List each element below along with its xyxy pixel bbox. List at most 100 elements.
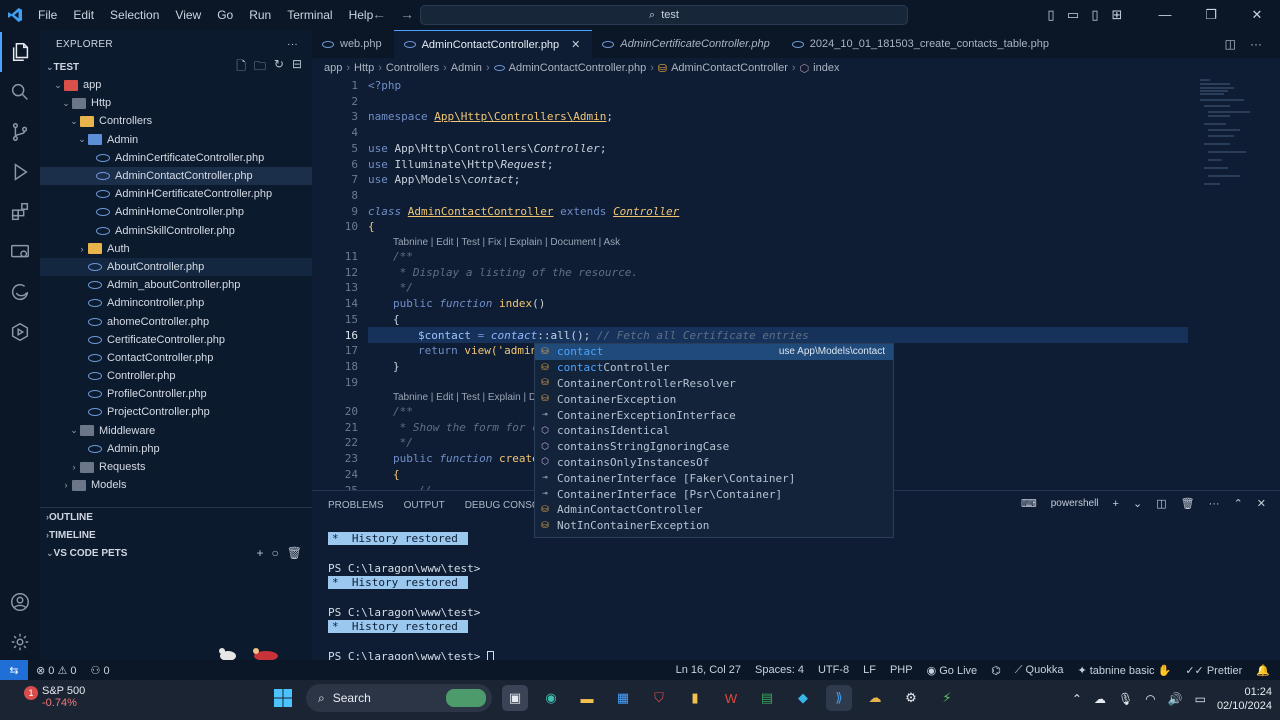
suggestion-item[interactable]: ⊸ ContainerInterface [Psr\Container] [535, 486, 893, 502]
folder-item[interactable]: › Auth [40, 240, 312, 258]
folder-item[interactable]: ⌄ Admin [40, 131, 312, 149]
edge-devtools-activity[interactable] [0, 272, 40, 312]
spreadsheet-icon[interactable]: ▤ [754, 685, 780, 711]
suggestion-item[interactable]: ⊸ ContainerInterface [Faker\Container] [535, 470, 893, 486]
suggestion-item[interactable]: ⛁ ContainerException [535, 391, 893, 407]
extensions-activity[interactable] [0, 192, 40, 232]
menu-edit[interactable]: Edit [65, 0, 102, 30]
suggestion-item[interactable]: ⊸ ContainerExceptionInterface [535, 407, 893, 423]
split-terminal-icon[interactable]: ◫ [1156, 497, 1166, 510]
file-item[interactable]: ProfileController.php [40, 385, 312, 403]
toggle-panel-icon[interactable]: ▭ [1062, 7, 1084, 23]
ports-status[interactable]: ⚇ 0 [91, 664, 110, 677]
tab-output[interactable]: OUTPUT [404, 500, 445, 511]
language-mode[interactable]: PHP [890, 664, 913, 677]
file-item[interactable]: AdminHomeController.php [40, 203, 312, 221]
close-window-icon[interactable]: ✕ [1234, 7, 1280, 23]
new-file-icon[interactable]: 🗋 [236, 57, 246, 78]
close-tab-icon[interactable]: ✕ [571, 38, 580, 51]
explorer-activity[interactable] [0, 32, 40, 72]
go-live-button[interactable]: ◉ Go Live [927, 664, 978, 677]
breadcrumb-item[interactable]: index [813, 62, 839, 74]
folder-item[interactable]: ⌄ Middleware [40, 422, 312, 440]
task-view-icon[interactable]: ▣ [502, 685, 528, 711]
tab-create-contacts-table[interactable]: 2024_10_01_181503_create_contacts_table.… [782, 30, 1061, 58]
notifications-icon[interactable]: 🔔 [1256, 664, 1270, 677]
file-item[interactable]: AdminContactController.php [40, 166, 312, 186]
split-editor-icon[interactable]: ◫ [1225, 37, 1236, 51]
app-icon-2[interactable]: ☁ [862, 685, 888, 711]
tab-admin-contact-controller[interactable]: AdminContactController.php ✕ [393, 30, 593, 58]
file-item[interactable]: AdminSkillController.php [40, 222, 312, 240]
copilot-icon[interactable]: ⌬ [991, 664, 1001, 677]
end-of-line[interactable]: LF [863, 664, 876, 677]
breadcrumb-item[interactable]: AdminContactController [671, 62, 788, 74]
file-item[interactable]: ContactController.php [40, 349, 312, 367]
notes-icon[interactable]: ▮ [682, 685, 708, 711]
app-icon-3[interactable]: ⚙ [898, 685, 924, 711]
forward-arrow-icon[interactable]: → [400, 6, 414, 22]
more-actions-icon[interactable]: ··· [1250, 37, 1262, 51]
run-debug-activity[interactable] [0, 152, 40, 192]
new-folder-icon[interactable]: 🗀 [254, 57, 266, 78]
tabnine-codelens[interactable]: Tabnine | Edit | Test | Explain | De [393, 391, 542, 405]
volume-icon[interactable]: 🔊 [1168, 692, 1183, 706]
menu-go[interactable]: Go [209, 0, 241, 30]
folder-item[interactable]: › Requests [40, 458, 312, 476]
minimize-icon[interactable]: — [1142, 7, 1188, 23]
wps-office-icon[interactable]: W [718, 685, 744, 711]
encoding[interactable]: UTF-8 [818, 664, 849, 677]
chevron-down-icon[interactable]: ⌄ [1133, 497, 1142, 510]
more-actions-icon[interactable]: ··· [287, 39, 298, 50]
suggestion-item[interactable]: ⛁ AdminContactController [535, 502, 893, 518]
maximize-panel-icon[interactable]: ⌃ [1234, 497, 1243, 510]
tabnine-status[interactable]: ✦ tabnine basic ✋ [1077, 664, 1171, 677]
new-terminal-icon[interactable]: + [1113, 498, 1119, 510]
edge-icon[interactable]: ◉ [538, 685, 564, 711]
prettier-status[interactable]: ✓✓ Prettier [1185, 664, 1242, 677]
tab-admin-certificate-controller[interactable]: AdminCertificateController.php [592, 30, 781, 58]
tabnine-codelens[interactable]: Tabnine | Edit | Test | Fix | Explain | … [393, 236, 620, 250]
stock-widget[interactable]: 1 S&P 500 -0.74% [0, 680, 110, 720]
app-icon[interactable]: ◆ [790, 685, 816, 711]
file-explorer-icon[interactable]: ▬ [574, 685, 600, 711]
file-item[interactable]: AdminHCertificateController.php [40, 185, 312, 203]
suggestion-item[interactable]: ⛁ NotInContainerException [535, 518, 893, 534]
customize-layout-icon[interactable]: ⊞ [1106, 7, 1128, 23]
tray-overflow-icon[interactable]: ⌃ [1072, 692, 1082, 706]
tab-problems[interactable]: PROBLEMS [328, 500, 384, 511]
menu-file[interactable]: File [30, 0, 65, 30]
cursor-position[interactable]: Ln 16, Col 27 [676, 664, 741, 677]
vscode-pets-section[interactable]: ⌄VS CODE PETS + ○ 🗑 [40, 544, 312, 562]
menu-run[interactable]: Run [241, 0, 279, 30]
folder-item[interactable]: ⌄ Http [40, 94, 312, 112]
minimap[interactable] [1200, 78, 1260, 208]
quokka-button[interactable]: ⟋ Quokka [1015, 664, 1064, 677]
search-activity[interactable] [0, 72, 40, 112]
file-item[interactable]: AdminCertificateController.php [40, 149, 312, 167]
collapse-all-icon[interactable]: ⊟ [292, 57, 302, 78]
file-item[interactable]: ahomeController.php [40, 312, 312, 330]
folder-item[interactable]: ⌄ app [40, 76, 312, 94]
remote-indicator-icon[interactable]: ⇆ [0, 660, 28, 680]
breadcrumb-item[interactable]: AdminContactController.php [509, 62, 647, 74]
suggestion-item[interactable]: ⛁ contactController [535, 360, 893, 376]
suggestion-item[interactable]: ⬡ containsStringIgnoringCase [535, 439, 893, 455]
battery-icon[interactable]: ▭ [1195, 692, 1206, 706]
breadcrumb-item[interactable]: Controllers [386, 62, 439, 74]
add-pet-icon[interactable]: + [257, 546, 264, 560]
file-item[interactable]: Admincontroller.php [40, 294, 312, 312]
trash-icon[interactable]: 🗑 [287, 546, 302, 560]
file-item[interactable]: AboutController.php [40, 257, 312, 277]
menu-selection[interactable]: Selection [102, 0, 167, 30]
toggle-secondary-sidebar-icon[interactable]: ▯ [1084, 7, 1106, 23]
taskbar-search[interactable]: ⌕ Search [306, 684, 492, 712]
vscode-taskbar-icon[interactable]: ⟫ [826, 685, 852, 711]
menu-view[interactable]: View [167, 0, 209, 30]
suggestion-item[interactable]: ⛁ ContainerControllerResolver [535, 376, 893, 392]
toggle-sidebar-icon[interactable]: ▯ [1040, 7, 1062, 23]
folder-item[interactable]: ›Providers [40, 494, 312, 496]
indentation[interactable]: Spaces: 4 [755, 664, 804, 677]
breadcrumb-item[interactable]: app [324, 62, 342, 74]
accounts-activity[interactable] [0, 582, 40, 622]
